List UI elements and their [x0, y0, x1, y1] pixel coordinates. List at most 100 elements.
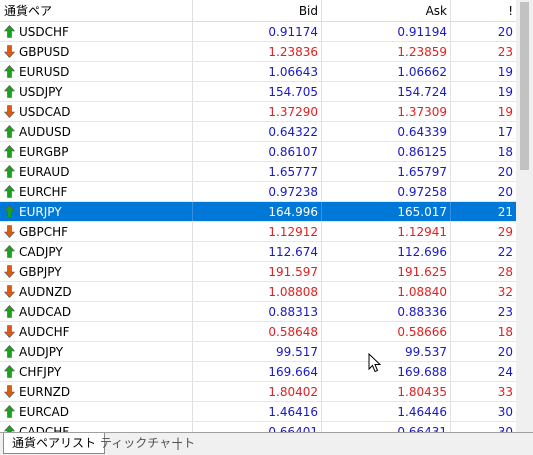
symbol-name: GBPUSD	[19, 45, 70, 59]
ask-cell: 1.37309	[322, 102, 451, 121]
column-header-ask[interactable]: Ask	[322, 0, 451, 21]
down-arrow-icon	[3, 284, 16, 298]
table-row[interactable]: GBPUSD 1.23836 1.23859 23	[0, 42, 516, 62]
table-row[interactable]: AUDNZD 1.08808 1.08840 32	[0, 282, 516, 302]
ask-cell: 0.66431	[322, 422, 451, 432]
mouse-cursor-icon	[368, 353, 381, 373]
ask-cell: 1.06662	[322, 62, 451, 81]
symbol-cell: CADJPY	[0, 242, 193, 261]
spread-cell: 19	[497, 85, 513, 99]
symbol-cell: EURJPY	[0, 202, 193, 221]
ask-cell: 1.46446	[322, 402, 451, 421]
table-row[interactable]: USDCAD 1.37290 1.37309 19	[0, 102, 516, 122]
table-row[interactable]: EURCHF 0.97238 0.97258 20	[0, 182, 516, 202]
vertical-scrollbar[interactable]	[516, 0, 533, 432]
symbol-name: AUDCHF	[19, 325, 70, 339]
up-arrow-icon	[3, 424, 16, 432]
market-watch-table: 通貨ペア Bid Ask ! USDCHF 0.91174 0.91194 20 GBP…	[0, 0, 516, 432]
symbol-name: EURCHF	[19, 185, 68, 199]
symbol-cell: CHFJPY	[0, 362, 193, 381]
symbol-name: AUDUSD	[19, 125, 71, 139]
table-row[interactable]: USDJPY 154.705 154.724 19	[0, 82, 516, 102]
ask-cell: 0.97258	[322, 182, 451, 201]
symbol-name: GBPJPY	[19, 265, 62, 279]
symbol-cell: USDCHF	[0, 22, 193, 41]
symbol-name: EURJPY	[19, 205, 62, 219]
bid-cell: 0.88313	[193, 302, 322, 321]
up-arrow-icon	[3, 64, 16, 78]
symbol-cell: EURUSD	[0, 62, 193, 81]
spread-cell: 29	[497, 225, 513, 239]
table-row[interactable]: EURUSD 1.06643 1.06662 19	[0, 62, 516, 82]
symbol-cell: AUDJPY	[0, 342, 193, 361]
table-header: 通貨ペア Bid Ask !	[0, 0, 516, 22]
spread-cell: 20	[497, 165, 513, 179]
up-arrow-icon	[3, 344, 16, 358]
up-arrow-icon	[3, 184, 16, 198]
ask-cell: 1.65797	[322, 162, 451, 181]
symbol-name: USDCHF	[19, 25, 69, 39]
down-arrow-icon	[3, 324, 16, 338]
ask-cell: 0.88336	[322, 302, 451, 321]
column-header-bid[interactable]: Bid	[193, 0, 322, 21]
bid-cell: 0.97238	[193, 182, 322, 201]
symbol-name: GBPCHF	[19, 225, 69, 239]
symbol-name: AUDCAD	[19, 305, 72, 319]
down-arrow-icon	[3, 104, 16, 118]
bid-cell: 1.46416	[193, 402, 322, 421]
down-arrow-icon	[3, 384, 16, 398]
table-row[interactable]: EURAUD 1.65777 1.65797 20	[0, 162, 516, 182]
symbol-name: EURNZD	[19, 385, 71, 399]
down-arrow-icon	[3, 264, 16, 278]
up-arrow-icon	[3, 204, 16, 218]
table-row[interactable]: GBPCHF 1.12912 1.12941 29	[0, 222, 516, 242]
table-row[interactable]: AUDCHF 0.58648 0.58666 18	[0, 322, 516, 342]
symbol-cell: USDJPY	[0, 82, 193, 101]
bid-cell: 169.664	[193, 362, 322, 381]
table-row[interactable]: USDCHF 0.91174 0.91194 20	[0, 22, 516, 42]
symbol-cell: AUDUSD	[0, 122, 193, 141]
tab-symbol-list[interactable]: 通貨ペアリスト	[3, 433, 106, 454]
up-arrow-icon	[3, 84, 16, 98]
table-row[interactable]: CHFJPY 169.664 169.688 24	[0, 362, 516, 382]
table-row[interactable]: EURJPY 164.996 165.017 21	[0, 202, 516, 222]
bid-cell: 0.58648	[193, 322, 322, 341]
table-row[interactable]: EURGBP 0.86107 0.86125 18	[0, 142, 516, 162]
bid-cell: 99.517	[193, 342, 322, 361]
spread-cell: 23	[497, 305, 513, 319]
ask-cell: 1.23859	[322, 42, 451, 61]
symbol-cell: AUDCHF	[0, 322, 193, 341]
spread-cell: 32	[497, 285, 513, 299]
table-row[interactable]: EURNZD 1.80402 1.80435 33	[0, 382, 516, 402]
column-header-symbol[interactable]: 通貨ペア	[0, 0, 193, 21]
ask-cell: 154.724	[322, 82, 451, 101]
tab-tick-chart[interactable]: ティックチャート	[92, 433, 203, 454]
up-arrow-icon	[3, 124, 16, 138]
scrollbar-thumb[interactable]	[520, 2, 529, 170]
ask-cell: 0.86125	[322, 142, 451, 161]
up-arrow-icon	[3, 164, 16, 178]
table-row[interactable]: EURCAD 1.46416 1.46446 30	[0, 402, 516, 422]
table-row[interactable]: AUDJPY 99.517 99.537 20	[0, 342, 516, 362]
bid-cell: 0.66401	[193, 422, 322, 432]
symbol-cell: EURCHF	[0, 182, 193, 201]
bid-cell: 1.65777	[193, 162, 322, 181]
symbol-name: CADJPY	[19, 245, 63, 259]
symbol-cell: AUDCAD	[0, 302, 193, 321]
ask-cell: 112.696	[322, 242, 451, 261]
column-header-spread[interactable]: !	[451, 0, 516, 21]
symbol-cell: GBPUSD	[0, 42, 193, 61]
down-arrow-icon	[3, 224, 16, 238]
table-row[interactable]: AUDCAD 0.88313 0.88336 23	[0, 302, 516, 322]
spread-cell: 18	[497, 325, 513, 339]
bid-cell: 1.08808	[193, 282, 322, 301]
spread-cell: 30	[497, 425, 513, 432]
symbol-name: USDCAD	[19, 105, 71, 119]
bid-cell: 1.06643	[193, 62, 322, 81]
table-row[interactable]: AUDUSD 0.64322 0.64339 17	[0, 122, 516, 142]
table-row[interactable]: CADJPY 112.674 112.696 22	[0, 242, 516, 262]
spread-cell: 20	[497, 345, 513, 359]
symbol-cell: EURNZD	[0, 382, 193, 401]
table-row[interactable]: CADCHF 0.66401 0.66431 30	[0, 422, 516, 432]
table-row[interactable]: GBPJPY 191.597 191.625 28	[0, 262, 516, 282]
